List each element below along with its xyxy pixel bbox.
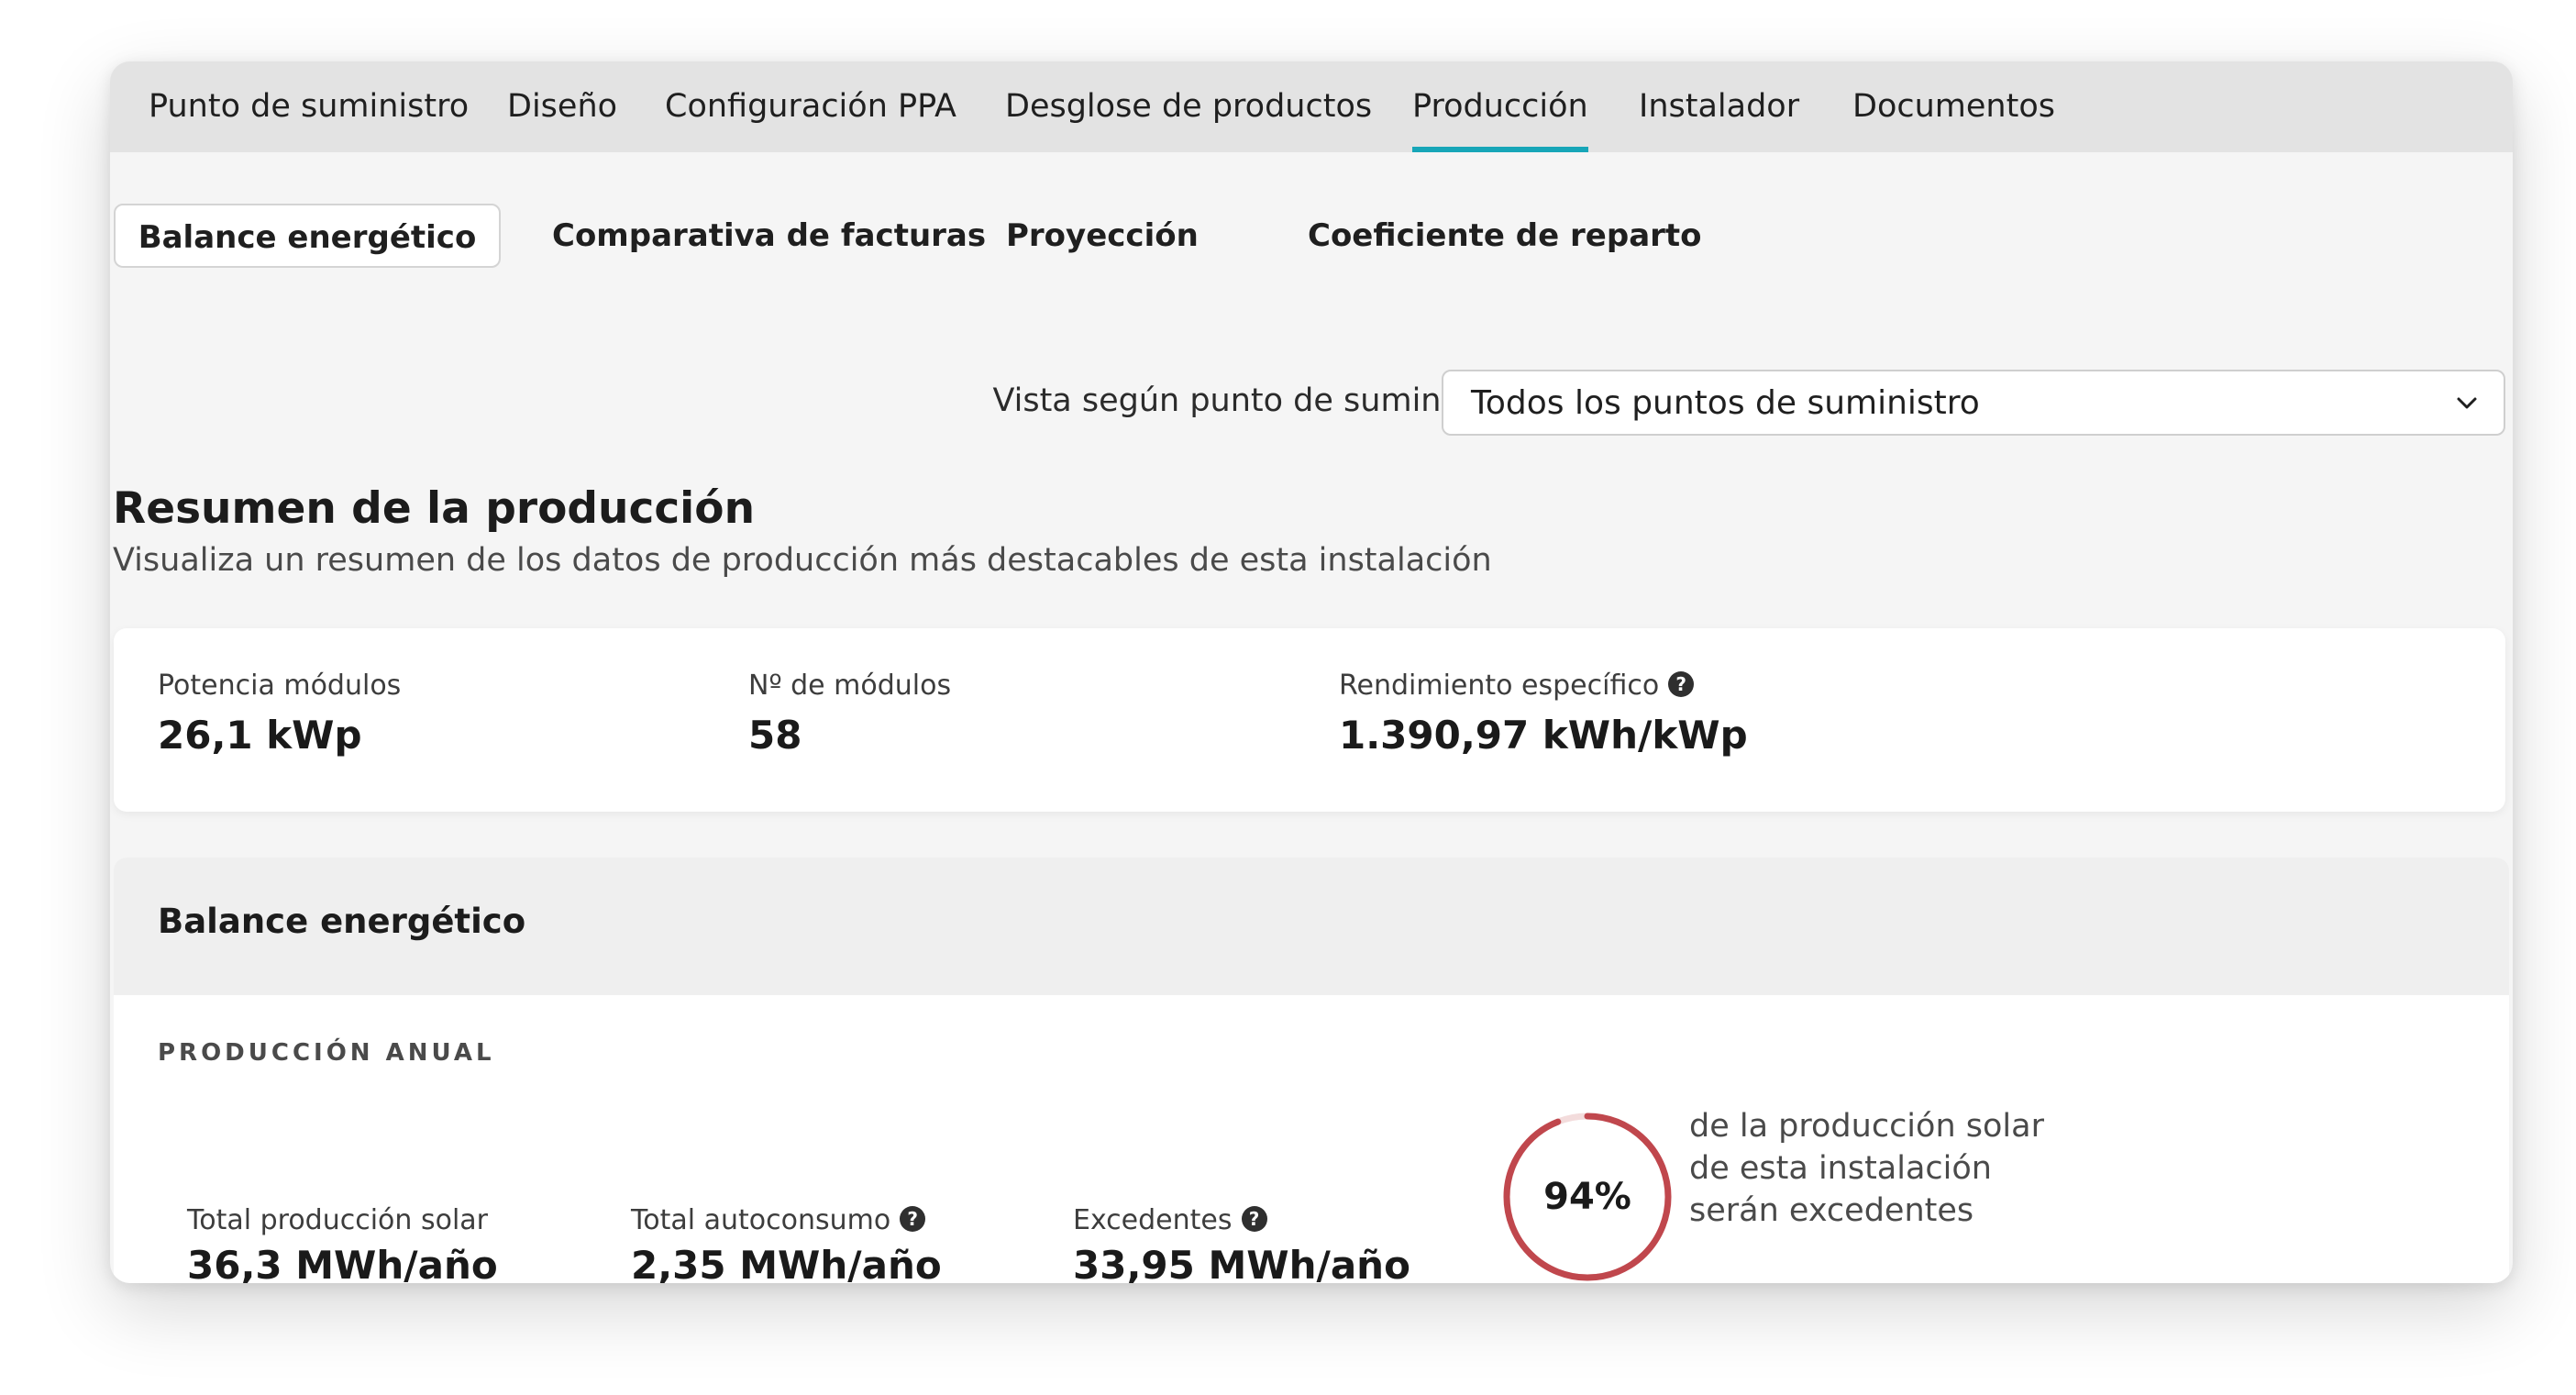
main-tab-bar: Punto de suministro Diseño Configuración… [110,61,2513,152]
production-summary-subtitle: Visualiza un resumen de los datos de pro… [113,542,1492,579]
metric-value-specific-yield: 1.390,97 kWh/kWp [1339,713,1748,758]
surplus-caption: de la producción solar de esta instalaci… [1689,1105,2044,1232]
metric-label-surplus-text: Excedentes [1073,1204,1233,1236]
production-summary-card: Potencia módulos 26,1 kWp Nº de módulos … [114,628,2505,812]
metric-label-module-power: Potencia módulos [158,670,402,702]
tab-configuracion-ppa[interactable]: Configuración PPA [665,61,956,152]
tab-diseno[interactable]: Diseño [507,61,617,152]
tab-documentos[interactable]: Documentos [1852,61,2055,152]
subtab-comparativa-de-facturas[interactable]: Comparativa de facturas [552,204,986,268]
help-icon[interactable]: ? [1241,1205,1267,1232]
surplus-caption-line: de esta instalación [1689,1150,1992,1187]
tab-punto-de-suministro[interactable]: Punto de suministro [149,61,469,152]
surplus-caption-line: serán excedentes [1689,1192,1974,1229]
subtab-proyeccion[interactable]: Proyección [1006,204,1199,268]
tab-produccion[interactable]: Producción [1412,61,1588,152]
metric-value-module-count: 58 [748,713,802,758]
metric-value-self-consumption: 2,35 MWh/año [631,1243,942,1283]
metric-label-specific-yield: Rendimiento específico? [1339,670,1695,702]
metric-value-module-power: 26,1 kWp [158,713,362,758]
surplus-caption-line: de la producción solar [1689,1108,2044,1145]
metric-label-specific-yield-text: Rendimiento específico [1339,670,1660,702]
annual-production-label: PRODUCCIÓN ANUAL [158,1039,495,1067]
metric-value-total-solar: 36,3 MWh/año [187,1243,498,1283]
help-icon[interactable]: ? [900,1205,926,1232]
production-summary-title: Resumen de la producción [113,483,756,534]
tab-instalador[interactable]: Instalador [1639,61,1799,152]
metric-label-total-solar: Total producción solar [187,1204,488,1236]
energy-balance-panel: Balance energético PRODUCCIÓN ANUAL Tota… [114,858,2509,1283]
chevron-down-icon [2457,397,2477,409]
subtab-balance-energetico[interactable]: Balance energético [114,204,501,268]
help-icon[interactable]: ? [1668,670,1695,697]
supply-view-label: Vista según punto de suministro: [992,382,1522,419]
metric-label-self-consumption-text: Total autoconsumo [631,1204,891,1236]
supply-point-selected-value: Todos los puntos de suministro [1471,384,1980,422]
subtab-coeficiente-de-reparto[interactable]: Coeficiente de reparto [1308,204,1702,268]
metric-label-self-consumption: Total autoconsumo? [631,1204,926,1236]
energy-balance-header: Balance energético [114,858,2509,995]
metric-label-module-count: Nº de módulos [748,670,952,702]
surplus-percent: 94% [1543,1176,1631,1218]
metric-value-surplus: 33,95 MWh/año [1073,1243,1410,1283]
supply-point-select[interactable]: Todos los puntos de suministro [1442,370,2505,436]
metric-label-surplus: Excedentes? [1073,1204,1267,1236]
tab-desglose-de-productos[interactable]: Desglose de productos [1005,61,1372,152]
app-window: Punto de suministro Diseño Configuración… [110,61,2513,1283]
energy-balance-title: Balance energético [158,902,526,941]
